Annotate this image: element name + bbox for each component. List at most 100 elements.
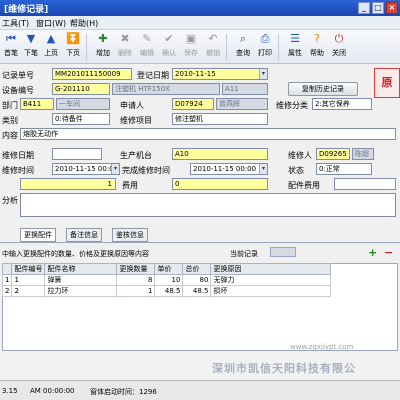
help-icon: ? [314, 32, 320, 45]
maximize-icon[interactable]: □ [372, 2, 384, 14]
column-header[interactable]: 总价 [182, 263, 212, 275]
analysis-field[interactable] [20, 193, 396, 217]
applicant-label: 申请人 [120, 101, 144, 110]
repair-date-field[interactable] [52, 148, 102, 160]
record-no-field[interactable]: MM201011150009 [52, 68, 132, 80]
cost-field[interactable]: 0 [172, 178, 268, 190]
properties-button[interactable]: ☰ 属性 [284, 32, 306, 62]
first-record-icon: ⏮ [6, 32, 16, 45]
complete-time-dropdown-icon[interactable]: ▾ [259, 164, 267, 174]
part-no-cell[interactable]: 1 [11, 274, 46, 286]
dept-code-field[interactable]: B411 [20, 98, 54, 110]
category-select[interactable]: 0:待备件 [52, 113, 110, 125]
column-header[interactable]: 更换原因 [210, 263, 332, 275]
repair-type-select[interactable]: 2:其它保养 [312, 98, 372, 110]
equipment-no-field[interactable]: G-201110 [52, 83, 110, 95]
watermark-url: www.zgxjjypt.com [290, 343, 354, 351]
remove-row-icon[interactable]: − [384, 246, 393, 259]
copy-history-button[interactable]: 复制历史记录 [288, 82, 358, 96]
previous-page-button[interactable]: ▲ 上页 [40, 32, 62, 62]
add-button[interactable]: ✚ 增加 [92, 32, 114, 62]
add-row-icon[interactable]: + [368, 246, 377, 259]
menu-bar: 工具(T) 窗口(W) 帮助(H) [0, 16, 400, 30]
column-header[interactable]: 配件编号 [11, 263, 46, 275]
row-number: 1 [1, 274, 13, 286]
edit-button[interactable]: ✎ 编辑 [136, 32, 158, 62]
next-record-button[interactable]: ▼ 下笔 [20, 32, 42, 62]
column-header[interactable]: 单价 [154, 263, 184, 275]
close-button[interactable]: ⏻ 关闭 [328, 32, 350, 62]
help-label: 帮助 [310, 49, 324, 57]
applicant-code-field[interactable]: D07924 [172, 98, 214, 110]
repair-type-value: 2:其它保养 [315, 100, 350, 108]
reason-cell[interactable]: 损坏 [210, 285, 332, 297]
content-field[interactable]: 熔胶无动作 [20, 128, 396, 140]
undo-button[interactable]: ↶ 撤销 [202, 32, 224, 62]
quantity-cell[interactable]: 8 [116, 274, 156, 286]
repairer-code-field[interactable]: D09265 [316, 148, 350, 160]
first-record-button[interactable]: ⏮ 首笔 [0, 32, 22, 62]
print-button[interactable]: ⎙ 打印 [254, 32, 276, 62]
next-page-button[interactable]: ⏬ 下页 [62, 32, 84, 62]
column-header[interactable]: 更换数量 [116, 263, 156, 275]
menu-help[interactable]: 帮助(H) [70, 18, 98, 29]
repair-date-label: 维修日期 [2, 151, 34, 160]
dept-name-field: 一车间 [56, 98, 110, 110]
quantity-cell[interactable]: 1 [116, 285, 156, 297]
status-select[interactable]: 0:正常 [316, 163, 372, 175]
confirm-icon: ✔ [164, 32, 174, 45]
hours-field[interactable]: 1 [20, 178, 116, 190]
reason-cell[interactable]: 无弹力 [210, 274, 332, 286]
parts-grid: 配件编号 配件名称 更换数量 单价 总价 更换原因 1 1 弹簧 8 10 80… [1, 263, 332, 297]
repair-time-field[interactable]: 2010-11-15 00:00 ▾ [52, 163, 120, 175]
watermark-company: 深圳市凯信天阳科技有限公 [212, 362, 356, 375]
calendar-dropdown-icon[interactable]: ▾ [259, 69, 267, 79]
repair-time-dropdown-icon[interactable]: ▾ [111, 164, 119, 174]
minimize-icon[interactable]: _ [358, 2, 370, 14]
add-icon: ✚ [98, 32, 108, 45]
delete-button[interactable]: ✖ 删除 [114, 32, 136, 62]
production-machine-field[interactable]: A10 [172, 148, 268, 160]
menu-window[interactable]: 窗口(W) [36, 18, 66, 29]
row-number: 2 [1, 285, 13, 297]
save-button[interactable]: ▣ 保存 [180, 32, 202, 62]
window-close-icon[interactable]: × [386, 2, 398, 14]
complete-time-field[interactable]: 2010-11-15 00:00 ▾ [190, 163, 268, 175]
part-name-cell[interactable]: 弹簧 [44, 274, 118, 286]
next-record-label: 下笔 [24, 49, 38, 57]
complete-time-label: 完成维修时间 [122, 166, 170, 175]
previous-page-icon: ▲ [46, 32, 56, 45]
toolbar-separator [278, 34, 279, 60]
part-name-cell[interactable]: 拉力环 [44, 285, 118, 297]
confirm-button[interactable]: ✔ 确认 [158, 32, 180, 62]
parts-cost-field[interactable] [334, 178, 396, 190]
save-icon: ▣ [185, 32, 197, 45]
delete-label: 删除 [118, 49, 132, 57]
category-label: 类别 [2, 116, 18, 125]
tab-review[interactable]: 鉴核信息 [112, 228, 148, 242]
grid-header-row: 配件编号 配件名称 更换数量 单价 总价 更换原因 [1, 263, 332, 275]
tab-notes[interactable]: 备注信息 [66, 228, 102, 242]
column-header[interactable]: 配件名称 [44, 263, 118, 275]
undo-icon: ↶ [208, 32, 218, 45]
repair-time-value: 2010-11-15 00:00 [55, 165, 119, 173]
repair-item-field[interactable]: 修注塑机 [172, 113, 268, 125]
table-row[interactable]: 1 1 弹簧 8 10 80 无弹力 [1, 274, 332, 286]
tab-parts[interactable]: 更换配件 [20, 228, 56, 242]
table-row[interactable]: 2 2 拉力环 1 48.5 48.5 损坏 [1, 285, 332, 297]
unit-price-cell[interactable]: 10 [154, 274, 184, 286]
toolbar-separator [86, 34, 87, 60]
unit-price-cell[interactable]: 48.5 [154, 285, 184, 297]
toolbar: ⏮ 首笔 ▼ 下笔 ▲ 上页 ⏬ 下页 ✚ 增加 ✖ 删除 ✎ 编辑 ✔ 确认 … [0, 30, 400, 64]
help-button[interactable]: ? 帮助 [306, 32, 328, 62]
toolbar-separator [226, 34, 227, 60]
status-left: 3.15 [2, 387, 18, 395]
date-field[interactable]: 2010-11-15 ▾ [172, 68, 268, 80]
status-time: AM 00:00:00 [30, 387, 75, 395]
menu-tools[interactable]: 工具(T) [2, 18, 29, 29]
part-no-cell[interactable]: 2 [11, 285, 46, 297]
window-controls: _ □ × [358, 2, 398, 14]
query-button[interactable]: ⌕ 查询 [232, 32, 254, 62]
add-label: 增加 [96, 49, 110, 57]
current-record-field [270, 247, 296, 257]
